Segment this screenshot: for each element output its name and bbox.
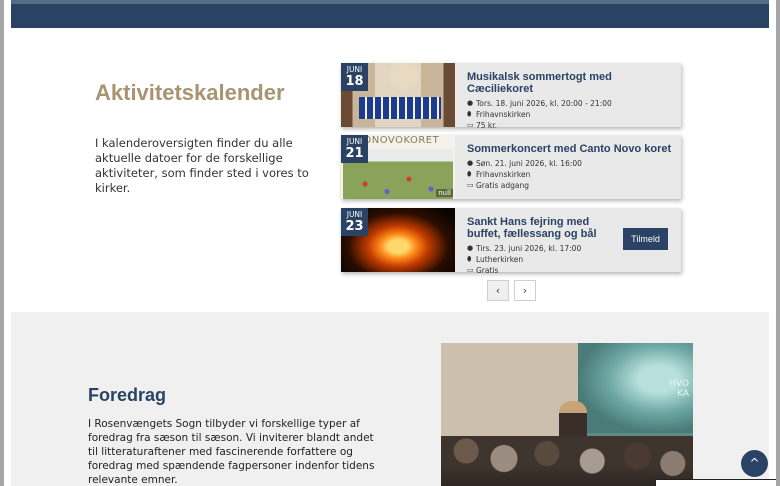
- prev-button[interactable]: ‹: [487, 280, 509, 301]
- event-datetime: ● Tors. 18. juni 2026, kl. 20:00 - 21:00: [467, 99, 612, 108]
- lecture-description: I Rosenvængets Sogn tilbyder vi forskell…: [88, 418, 375, 486]
- lecture-title: Foredrag: [88, 385, 167, 405]
- event-location: ⬮ Frihavnskirken: [467, 110, 531, 119]
- event-info: Sommerkoncert med Canto Novo koret ● Søn.…: [467, 143, 677, 191]
- event-location: ⬮ Frihavnskirken: [467, 170, 531, 179]
- event-location: ⬮ Lutherkirken: [467, 255, 524, 264]
- event-title[interactable]: Musikalsk sommertogt med Cæciliekoret: [467, 71, 677, 95]
- event-datetime: ● Tirs. 23. juni 2026, kl. 17:00: [467, 244, 582, 253]
- screen-text: HVO KA: [669, 379, 689, 399]
- badge-day: 21: [345, 146, 364, 161]
- badge-day: 23: [345, 219, 364, 234]
- date-badge: JUNI 18: [341, 63, 368, 91]
- clock-icon: ●: [467, 244, 474, 252]
- ticket-icon: ▭: [467, 121, 474, 129]
- clock-icon: ●: [467, 99, 474, 107]
- clock-icon: ●: [467, 159, 474, 167]
- calendar-title: Aktivitetskalender: [95, 80, 285, 105]
- event-price: ▭ Gratis adgang: [467, 181, 530, 190]
- calendar-description: I kalenderoversigten finder du alle aktu…: [95, 136, 309, 195]
- next-button[interactable]: ›: [514, 280, 536, 301]
- event-title[interactable]: Sommerkoncert med Canto Novo koret: [467, 143, 677, 155]
- signup-button[interactable]: Tilmeld: [623, 228, 668, 250]
- event-card[interactable]: JUNI 18 Musikalsk sommertogt med Cæcilie…: [341, 63, 681, 130]
- date-badge: JUNI 21: [341, 135, 368, 163]
- date-badge: JUNI 23: [341, 208, 368, 236]
- event-price: ▭ Gratis: [467, 266, 499, 275]
- pin-icon: ⬮: [467, 255, 472, 263]
- ticket-icon: ▭: [467, 181, 474, 189]
- scroll-top-button[interactable]: ^: [741, 450, 768, 477]
- badge-day: 18: [345, 74, 364, 89]
- header-bar: [11, 0, 769, 28]
- event-datetime: ● Søn. 21. juni 2026, kl. 16:00: [467, 159, 582, 168]
- page: Aktivitetskalender I kalenderoversigten …: [4, 0, 776, 486]
- poster-caption: null: [436, 189, 453, 197]
- event-card[interactable]: JUNI 23 Sankt Hans fejring med buffet, f…: [341, 208, 681, 275]
- choir-figures: [359, 97, 441, 119]
- lecture-photo: HVO KA: [441, 343, 693, 486]
- event-title[interactable]: Sankt Hans fejring med buffet, fællessan…: [467, 216, 617, 240]
- cookie-banner-edge[interactable]: [655, 479, 776, 486]
- pin-icon: ⬮: [467, 170, 472, 178]
- ticket-icon: ▭: [467, 266, 474, 274]
- chevron-up-icon: ^: [749, 456, 760, 470]
- event-price: ▭ 75 kr.: [467, 121, 498, 130]
- event-info: Sankt Hans fejring med buffet, fællessan…: [467, 216, 617, 276]
- pin-icon: ⬮: [467, 110, 472, 118]
- event-card[interactable]: TONOVOKORET null JUNI 21 Sommerkoncert m…: [341, 135, 681, 199]
- lecture-section: Foredrag I Rosenvængets Sogn tilbyder vi…: [11, 312, 769, 486]
- event-info: Musikalsk sommertogt med Cæciliekoret ● T…: [467, 71, 677, 131]
